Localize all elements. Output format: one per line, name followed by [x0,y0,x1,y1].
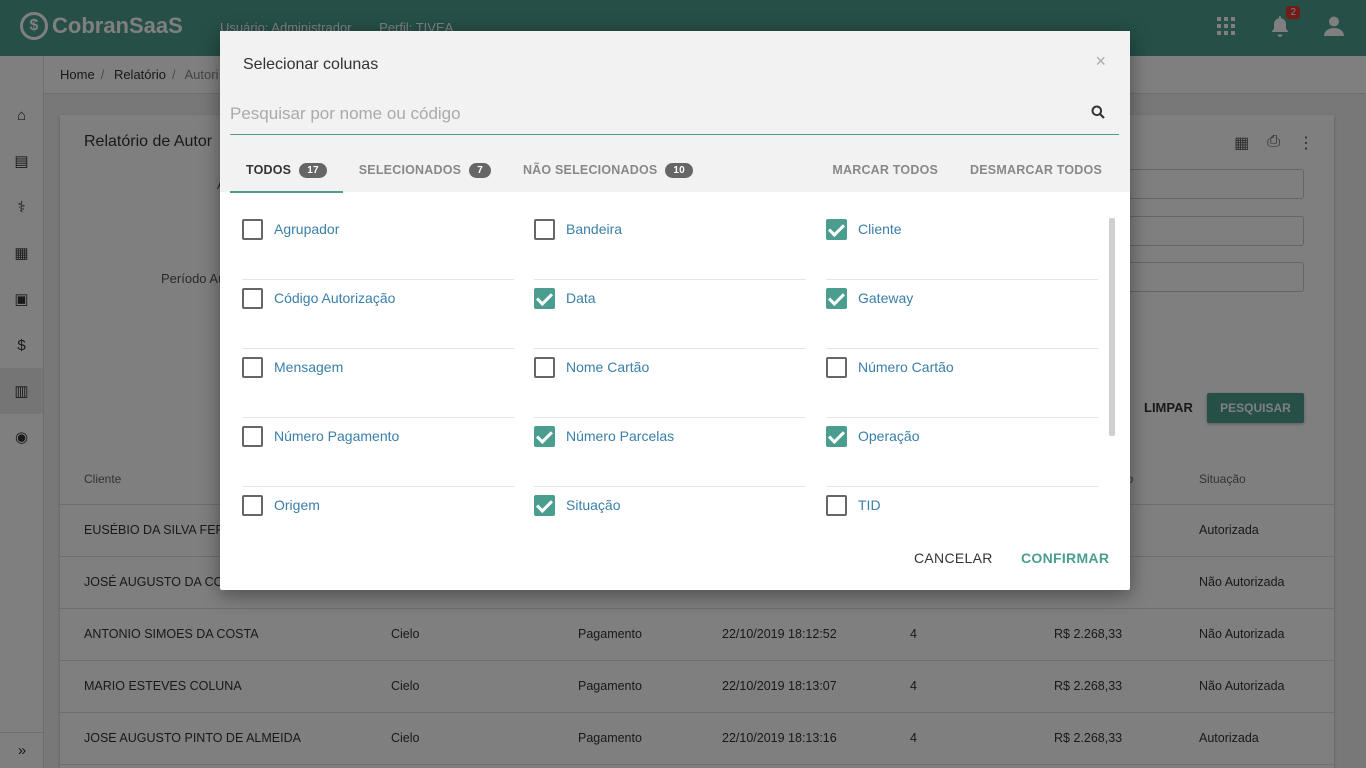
column-option[interactable]: TID [826,487,1098,556]
column-option[interactable]: Mensagem [242,349,514,418]
column-option[interactable]: Número Cartão [826,349,1098,418]
column-option[interactable]: Situação [534,487,806,556]
checkbox[interactable] [242,219,263,240]
search-icon[interactable] [1091,105,1105,119]
checkbox-checked[interactable] [534,495,555,516]
options-scrollbar[interactable] [1109,218,1115,436]
option-label: Número Pagamento [274,428,400,444]
option-label: Operação [858,428,920,444]
option-label: Bandeira [566,221,623,237]
option-label: Data [566,290,596,306]
checkbox-checked[interactable] [534,288,555,309]
option-label: Agrupador [274,221,340,237]
select-columns-dialog: Selecionar colunas × TODOS 17 SELECIONADO… [220,31,1130,590]
column-search-input[interactable] [230,103,1070,125]
option-label: Cliente [858,221,902,237]
tab-count-badge: 10 [665,163,693,178]
option-label: Número Parcelas [566,428,675,444]
checkbox-checked[interactable] [826,426,847,447]
column-option[interactable]: Bandeira [534,211,806,280]
checkbox-checked[interactable] [826,219,847,240]
column-search [230,97,1119,135]
cancel-button[interactable]: CANCELAR [914,550,993,566]
checkbox[interactable] [534,357,555,378]
column-option[interactable]: Código Autorização [242,280,514,349]
column-option[interactable]: Agrupador [242,211,514,280]
tab-count-badge: 7 [469,163,491,178]
column-option[interactable]: Origem [242,487,514,556]
column-option[interactable]: Número Parcelas [534,418,806,487]
column-option[interactable]: Operação [826,418,1098,487]
tab-selected[interactable]: SELECIONADOS 7 [343,149,507,193]
column-option[interactable]: Gateway [826,280,1098,349]
checkbox[interactable] [242,288,263,309]
unmark-all-button[interactable]: DESMARCAR TODOS [970,163,1102,177]
checkbox-checked[interactable] [534,426,555,447]
column-option[interactable]: Nome Cartão [534,349,806,418]
option-label: Código Autorização [274,290,396,306]
tab-count-badge: 17 [299,163,327,178]
column-option[interactable]: Data [534,280,806,349]
option-label: Situação [566,497,621,513]
tab-all[interactable]: TODOS 17 [230,149,343,193]
tab-label: NÃO SELECIONADOS [522,163,658,177]
option-label: Gateway [858,290,914,306]
checkbox[interactable] [826,357,847,378]
close-icon[interactable]: × [1095,51,1106,72]
checkbox[interactable] [242,426,263,447]
checkbox[interactable] [534,219,555,240]
tab-label: TODOS [246,163,292,177]
confirm-button[interactable]: CONFIRMAR [1021,550,1109,566]
checkbox[interactable] [242,495,263,516]
column-option[interactable]: Cliente [826,211,1098,280]
column-option[interactable]: Número Pagamento [242,418,514,487]
checkbox-checked[interactable] [826,288,847,309]
tab-not-selected[interactable]: NÃO SELECIONADOS 10 [507,149,709,193]
option-label: TID [858,497,881,513]
option-label: Número Cartão [858,359,954,375]
option-label: Mensagem [274,359,344,375]
option-label: Origem [274,497,320,513]
option-label: Nome Cartão [566,359,650,375]
tab-label: SELECIONADOS [358,163,462,177]
filter-tabs: TODOS 17 SELECIONADOS 7 NÃO SELECIONADOS 10 [230,149,709,193]
checkbox[interactable] [826,495,847,516]
mark-all-button[interactable]: MARCAR TODOS [832,163,938,177]
dialog-title: Selecionar colunas [243,56,379,73]
checkbox[interactable] [242,357,263,378]
